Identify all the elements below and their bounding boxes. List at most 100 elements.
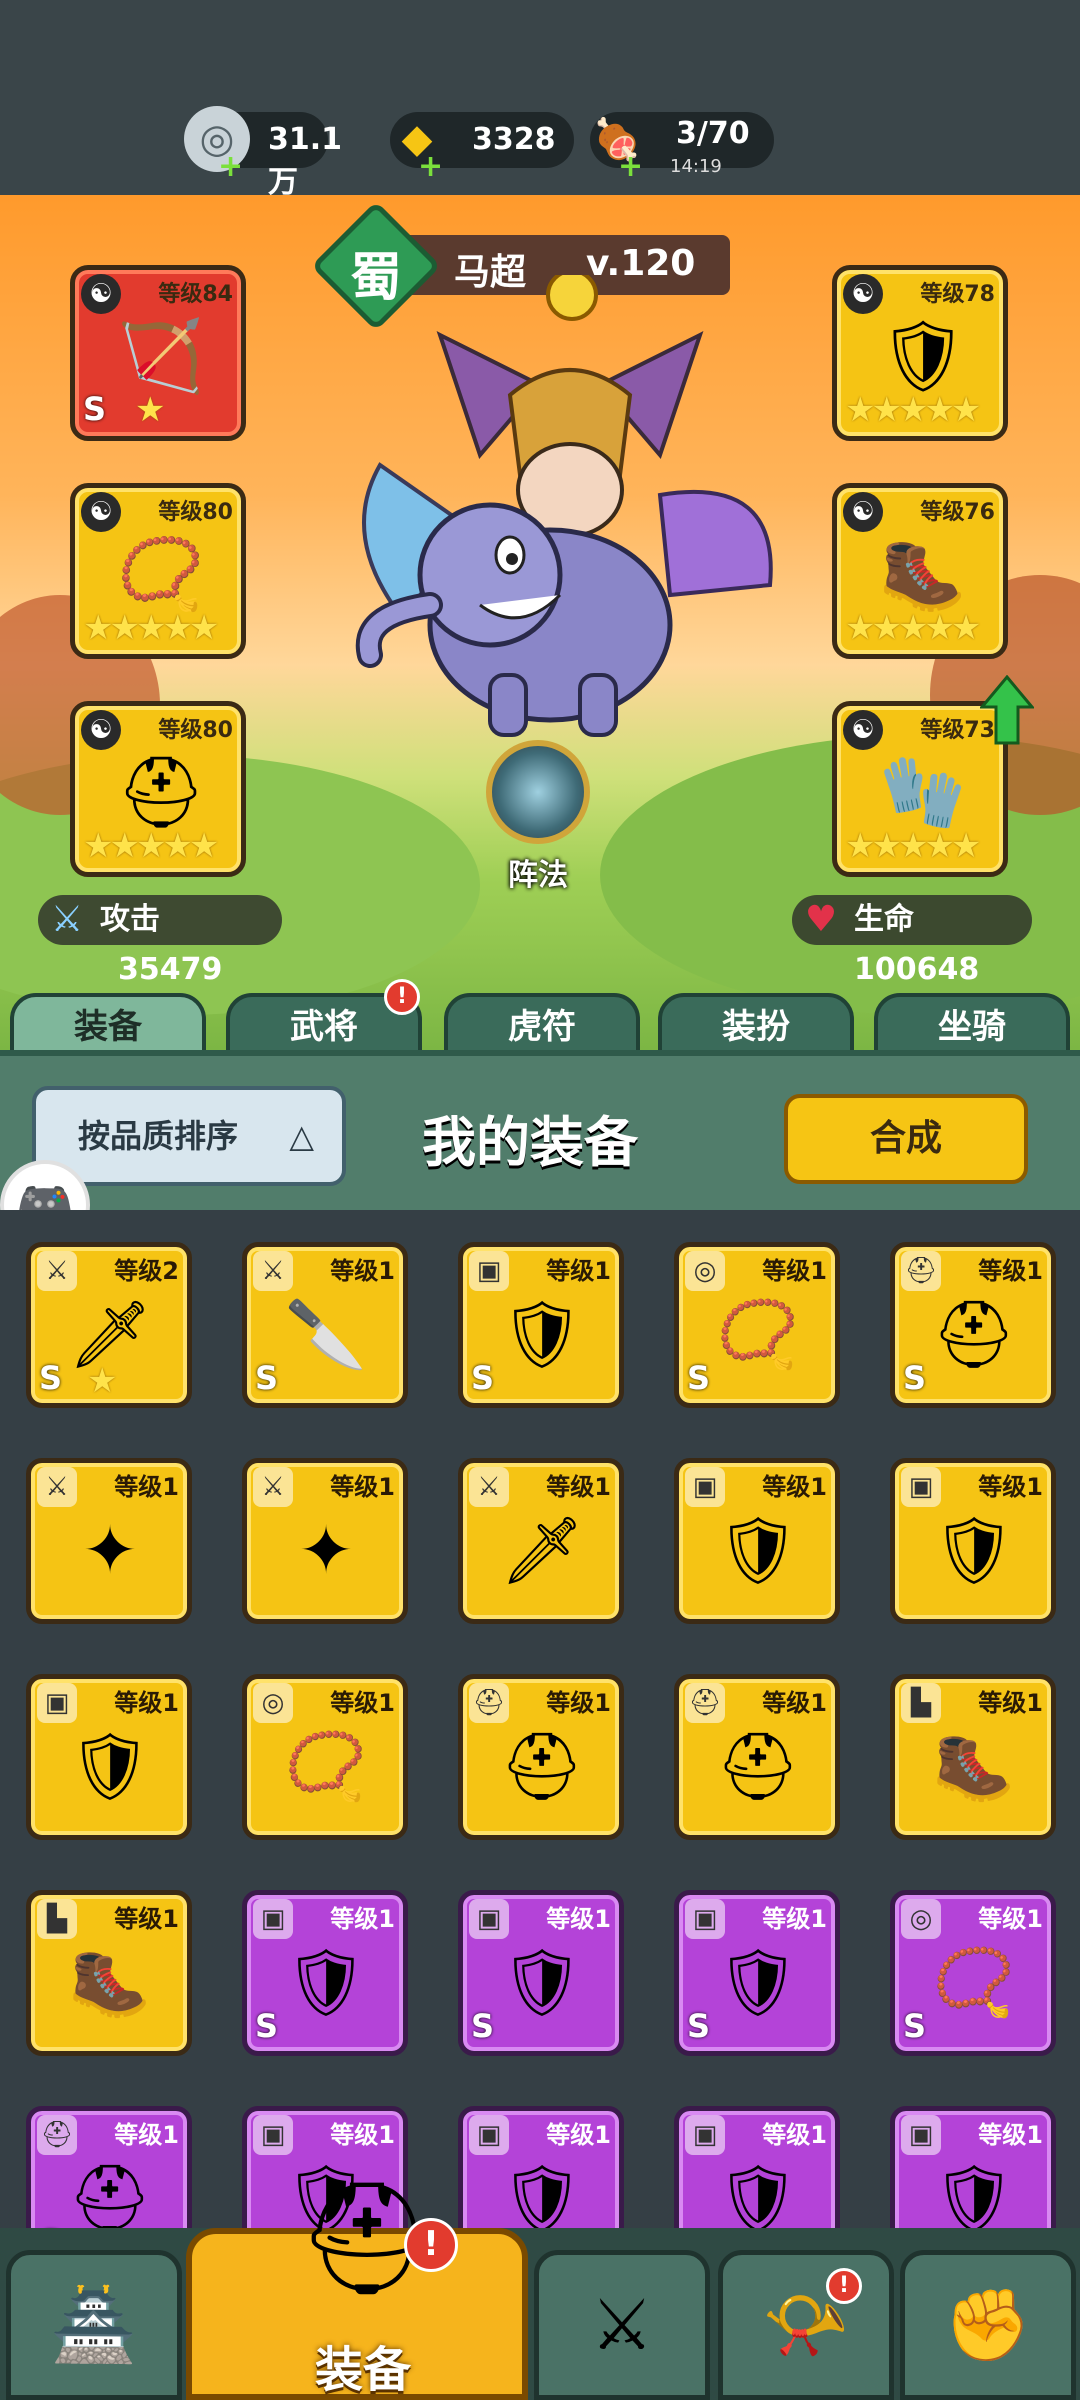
inventory-item[interactable]: ⚔ 等级1 ✦ [26, 1458, 192, 1624]
equipped-slot-helmet[interactable]: ☯ 等级80 ⛑ ★★★★★ [70, 701, 246, 877]
inventory-item[interactable]: ⛑ 等级1 ⛑ [458, 1674, 624, 1840]
stamina-timer: 14:19 [670, 156, 722, 177]
inventory-item[interactable]: ▣ 等级1 🛡 [458, 2106, 624, 2230]
item-level: 等级1 [330, 1257, 395, 1285]
item-level: 等级1 [114, 1905, 179, 1933]
life-value: 100648 [854, 952, 980, 987]
helmet-icon: ⛑ [716, 1728, 800, 1805]
item-level: 等级2 [114, 1257, 179, 1285]
resource-gold[interactable]: ◆ + 3328 [390, 112, 574, 182]
nav-alert-badge: ! [826, 2268, 862, 2304]
yinyang-icon: ☯ [81, 710, 121, 750]
slot-level: 等级78 [920, 282, 995, 307]
panel-title: 我的装备 [422, 1111, 638, 1174]
amulet-icon: 📿 [932, 1944, 1016, 2021]
grade-s-label: S [255, 2007, 279, 2045]
slot-level: 等级80 [158, 500, 233, 525]
inventory-item[interactable]: ⚔ 等级1 ✦ [242, 1458, 408, 1624]
nav-recruit[interactable]: 📯 [718, 2250, 894, 2400]
armor-icon: 🛡 [932, 2160, 1016, 2230]
inventory-item[interactable]: ▣ 等级1 🛡 [674, 2106, 840, 2230]
attack-label: 攻击 [100, 902, 160, 937]
armor-icon: 🛡 [500, 1944, 584, 2021]
inventory-item[interactable]: ◎ 等级1 📿 S [674, 1242, 840, 1408]
grade-s-label: S [903, 2007, 927, 2045]
item-level: 等级1 [978, 1905, 1043, 1933]
add-icon[interactable]: + [218, 152, 243, 182]
item-level: 等级1 [330, 1473, 395, 1501]
helmet-icon: ⛑ [500, 1728, 584, 1805]
add-icon[interactable]: + [618, 152, 643, 182]
inventory-item[interactable]: ▣ 等级1 🛡 [674, 1458, 840, 1624]
equipped-slot-weapon[interactable]: ☯ 等级84 🏹 S ★ [70, 265, 246, 441]
shuriken-icon: ✦ [82, 1512, 138, 1589]
gold-value: 3328 [472, 122, 556, 157]
life-label: 生命 [854, 902, 914, 937]
dagger-icon: 🔪 [284, 1296, 368, 1373]
inventory-item[interactable]: ▣ 等级1 🛡 S [674, 1890, 840, 2056]
resource-stamina[interactable]: 🍖 + 3/70 14:19 [590, 112, 774, 182]
hero-tabs: 装备 武将 ! 虎符 装扮 坐骑 [0, 979, 1080, 1059]
inventory-item[interactable]: ▣ 等级1 🛡 S [242, 1890, 408, 2056]
inventory-item[interactable]: ⛑等级1⛑S [26, 2106, 192, 2230]
item-level: 等级1 [762, 1257, 827, 1285]
boots-icon: 🥾 [879, 533, 967, 615]
helmet-icon: ⛑ [68, 2160, 152, 2230]
inventory-item[interactable]: ▣ 等级1 🛡 [26, 1674, 192, 1840]
nav-battle[interactable]: ⚔ [534, 2250, 710, 2400]
item-level: 等级1 [546, 1689, 611, 1717]
armor-icon: 🛡 [68, 1728, 152, 1805]
item-level: 等级1 [330, 1689, 395, 1717]
hero-character[interactable] [340, 275, 800, 755]
inventory-item[interactable]: ▣ 等级1 🛡 S [458, 1890, 624, 2056]
item-level: 等级1 [978, 1689, 1043, 1717]
inventory-item[interactable]: ▣ 等级1 🛡 [890, 2106, 1056, 2230]
shuriken-icon: ✦ [298, 1512, 354, 1589]
slot-level: 等级80 [158, 718, 233, 743]
nav-castle[interactable]: 🏯 [6, 2250, 182, 2400]
inventory-item[interactable]: ▣ 等级1 🛡 S [458, 1242, 624, 1408]
item-level: 等级1 [546, 1905, 611, 1933]
inventory-item[interactable]: ⚔ 等级2 🗡 S ★ [26, 1242, 192, 1408]
boots-icon: 🥾 [68, 1944, 152, 2021]
amulet-icon: 📿 [716, 1296, 800, 1373]
stamina-value: 3/70 [676, 116, 750, 151]
nav-upgrade[interactable]: ✊ [900, 2250, 1076, 2400]
inventory-item[interactable]: ◎ 等级1 📿 [242, 1674, 408, 1840]
inventory-item[interactable]: ⚔ 等级1 🔪 S [242, 1242, 408, 1408]
inventory-item[interactable]: ⛑等级1⛑S [890, 1242, 1056, 1408]
inventory-item[interactable]: ▣ 等级1 🛡 [890, 1458, 1056, 1624]
inventory-item[interactable]: ▙ 等级1 🥾 [26, 1890, 192, 2056]
item-level: 等级1 [978, 1473, 1043, 1501]
inventory-item[interactable]: ▙ 等级1 🥾 [890, 1674, 1056, 1840]
item-level: 等级1 [330, 2121, 395, 2149]
merge-button[interactable]: 合成 [784, 1094, 1028, 1184]
armor-icon: 🛡 [500, 2160, 584, 2230]
hero-scene: 马超 v.120 蜀 ☯ 等级84 🏹 S ★ ☯ 等级80 📿 ★★★★★ ☯ [0, 195, 1080, 1050]
yinyang-icon: ☯ [843, 710, 883, 750]
add-icon[interactable]: + [418, 152, 443, 182]
nav-equipment[interactable]: ⛑ 装备 [186, 2174, 528, 2400]
gauntlet-icon: 🧤 [879, 751, 967, 833]
inventory-item[interactable]: ◎ 等级1 📿 S [890, 1890, 1056, 2056]
item-level: 等级1 [762, 2121, 827, 2149]
formation-button[interactable] [486, 740, 590, 844]
equipped-slot-armor[interactable]: ☯ 等级78 🛡 ★★★★★ [832, 265, 1008, 441]
armor-icon: 🛡 [878, 315, 968, 397]
formation-label[interactable]: 阵法 [470, 850, 606, 894]
equipped-slot-boots[interactable]: ☯ 等级76 🥾 ★★★★★ [832, 483, 1008, 659]
life-stat: ♥ 生命 100648 [792, 895, 1032, 987]
equipped-slot-amulet[interactable]: ☯ 等级80 📿 ★★★★★ [70, 483, 246, 659]
silver-value: 31.1万 [268, 122, 343, 200]
inventory-item[interactable]: ⚔ 等级1 🗡 [458, 1458, 624, 1624]
item-level: 等级1 [546, 2121, 611, 2149]
resource-silver[interactable]: ◎ + 31.1万 [184, 106, 342, 200]
yinyang-icon: ☯ [843, 274, 883, 314]
sort-by-quality-button[interactable]: 按品质排序 △ [32, 1086, 346, 1186]
inventory-item[interactable]: ⛑ 等级1 ⛑ [674, 1674, 840, 1840]
item-level: 等级1 [114, 2121, 179, 2149]
grade-s-label: S [255, 1359, 279, 1397]
amulet-icon: 📿 [284, 1728, 368, 1805]
inventory-grid: ⚔ 等级2 🗡 S ★ ⚔ 等级1 🔪 S ▣ 等级1 🛡 S ◎ 等级1 📿 S ⛑ 等级1 ⛑ S ⚔ 等级1 ✦ ⚔ 等级1… [0, 1210, 1080, 2230]
star-rating: ★ [135, 390, 166, 430]
